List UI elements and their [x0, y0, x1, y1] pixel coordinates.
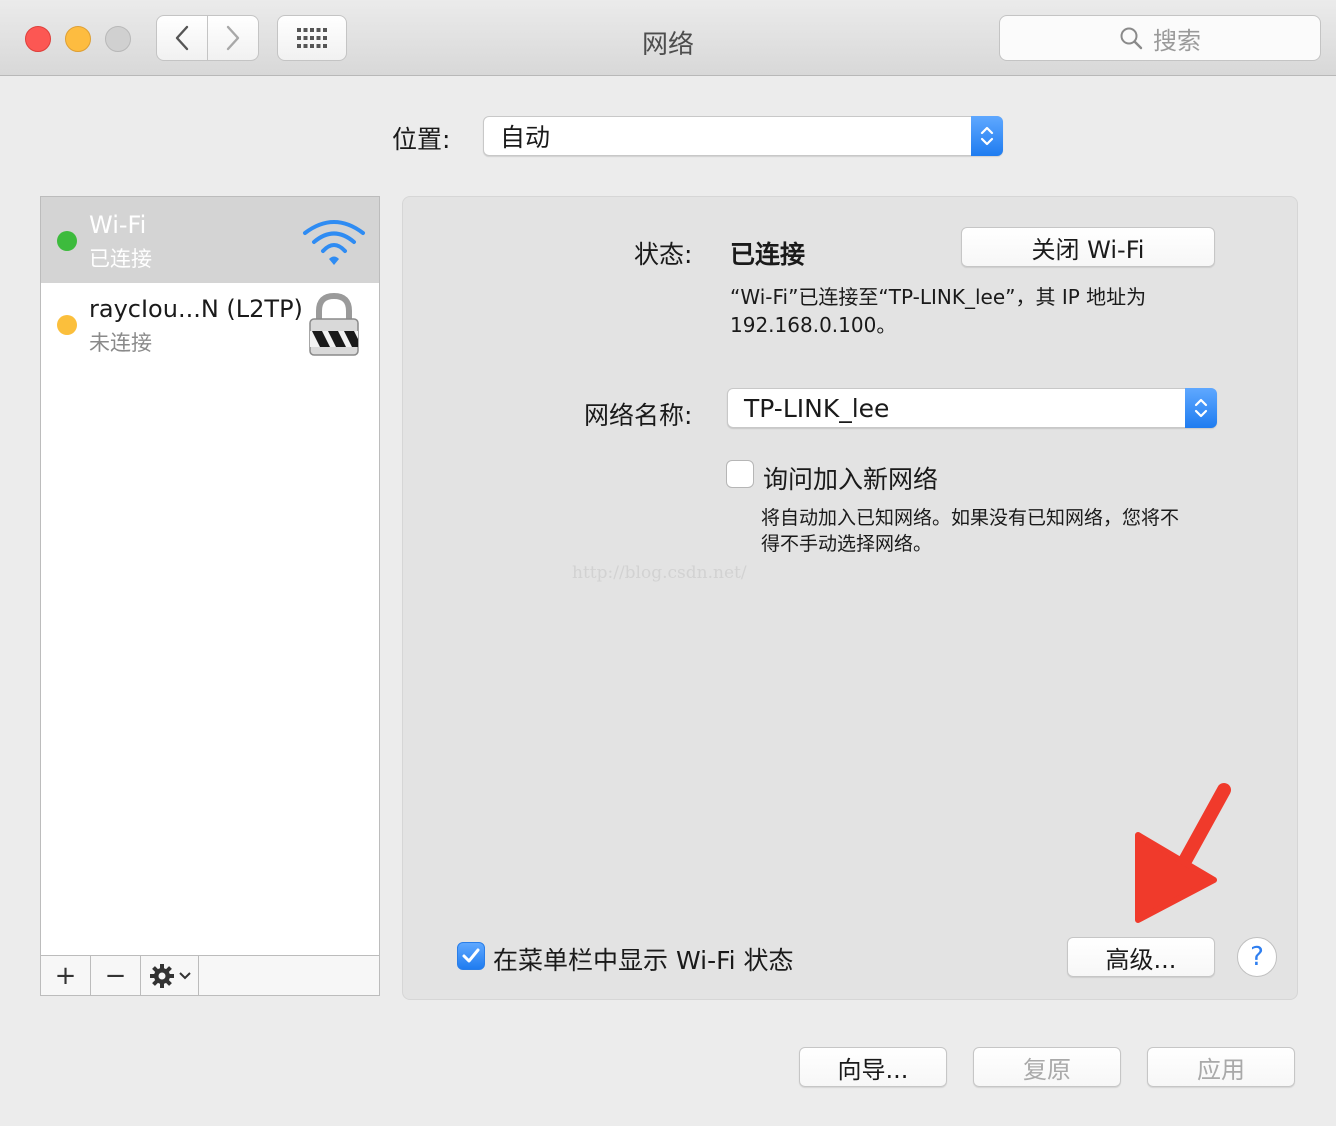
annotation-arrow-icon: [1135, 783, 1231, 923]
status-dot-disconnected: [57, 315, 77, 335]
popup-arrows-icon: [971, 116, 1003, 156]
location-popup[interactable]: 自动: [483, 116, 1003, 156]
service-item-wifi[interactable]: Wi-Fi 已连接: [41, 197, 379, 283]
wifi-icon: [303, 220, 365, 265]
sidebar-toolbar: + −: [41, 955, 379, 995]
location-label: 位置:: [392, 125, 451, 154]
network-name-value: TP-LINK_lee: [744, 393, 890, 423]
chevron-down-icon: [178, 971, 191, 979]
turn-off-wifi-button[interactable]: 关闭 Wi-Fi: [961, 227, 1215, 267]
show-in-menubar-checkbox[interactable]: [457, 942, 485, 970]
add-service-button[interactable]: +: [41, 956, 91, 995]
service-actions-button[interactable]: [141, 956, 199, 995]
ask-join-label: 询问加入新网络: [763, 465, 939, 494]
show-in-menubar-label: 在菜单栏中显示 Wi-Fi 状态: [493, 946, 794, 975]
popup-arrows-icon: [1185, 388, 1217, 428]
title-bar: 网络 搜索: [0, 0, 1336, 76]
ask-join-description-line1: 将自动加入已知网络。如果没有已知网络，您将不: [761, 507, 1180, 529]
search-icon: [1120, 27, 1143, 50]
service-status: 已连接: [89, 247, 152, 271]
service-name: Wi-Fi: [89, 211, 147, 239]
lock-icon: [309, 292, 359, 356]
status-value: 已连接: [730, 240, 806, 269]
search-field[interactable]: 搜索: [999, 15, 1321, 61]
service-list: Wi-Fi 已连接 raycIou...N (L2TP) 未连接 + −: [40, 196, 380, 996]
advanced-button[interactable]: 高级...: [1067, 937, 1215, 977]
help-button[interactable]: ?: [1237, 937, 1277, 977]
status-dot-connected: [57, 231, 77, 251]
network-name-label: 网络名称:: [584, 401, 693, 430]
service-name: raycIou...N (L2TP): [89, 295, 303, 323]
service-item-vpn[interactable]: raycIou...N (L2TP) 未连接: [41, 283, 379, 369]
checkmark-icon: [462, 948, 480, 963]
search-placeholder: 搜索: [1153, 26, 1201, 55]
revert-button[interactable]: 复原: [973, 1047, 1121, 1087]
apply-button[interactable]: 应用: [1147, 1047, 1295, 1087]
ask-join-checkbox[interactable]: [726, 460, 754, 488]
status-description-line2: 192.168.0.100。: [730, 313, 897, 337]
service-status: 未连接: [89, 331, 152, 355]
location-value: 自动: [500, 123, 551, 152]
watermark-text: http://blog.csdn.net/: [572, 563, 747, 583]
network-name-popup[interactable]: TP-LINK_lee: [727, 388, 1217, 428]
assist-button[interactable]: 向导...: [799, 1047, 947, 1087]
ask-join-description-line2: 得不手动选择网络。: [761, 533, 933, 555]
status-description-line1: “Wi-Fi”已连接至“TP-LINK_lee”，其 IP 地址为: [730, 285, 1147, 309]
remove-service-button[interactable]: −: [91, 956, 141, 995]
status-label: 状态:: [634, 240, 693, 269]
gear-icon: [149, 963, 174, 988]
